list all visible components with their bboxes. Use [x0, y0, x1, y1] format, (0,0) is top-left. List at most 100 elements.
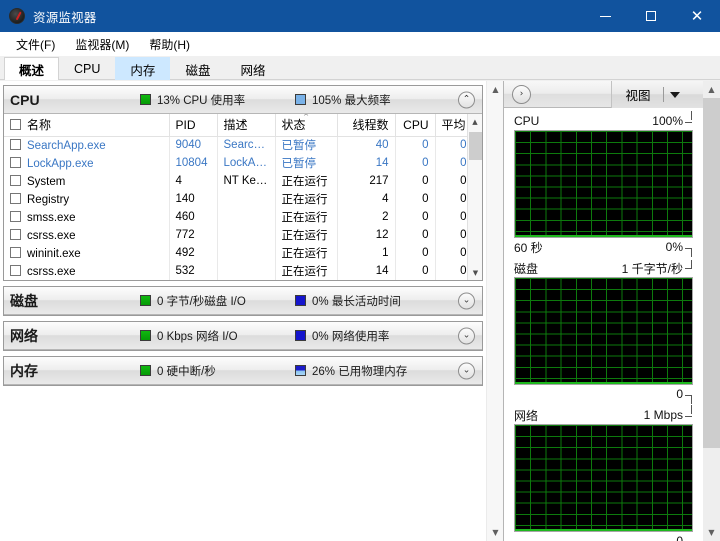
tab-cpu[interactable]: CPU	[59, 57, 115, 80]
cell-name-text: smss.exe	[27, 211, 76, 224]
row-checkbox[interactable]	[10, 174, 21, 186]
section-cpu-header[interactable]: CPU 13% CPU 使用率 105% 最大频率 ⌃	[4, 86, 482, 114]
row-checkbox[interactable]	[10, 156, 21, 168]
process-table-container: 名称 PID 描述 ^状态 线程数 CPU 平均 CPU	[4, 114, 482, 280]
graph-cpu-title: CPU	[514, 114, 540, 128]
cell-name: SearchApp.exe	[4, 136, 170, 154]
section-network-expand-toggle[interactable]: ⌄	[458, 327, 475, 344]
chevron-down-icon	[669, 91, 680, 98]
section-network-header[interactable]: 网络 0 Kbps 网络 I/O 0% 网络使用率 ⌄	[4, 322, 482, 350]
menu-item-monitor[interactable]: 监视器(M)	[65, 33, 139, 56]
section-disk-header[interactable]: 磁盘 0 字节/秒磁盘 I/O 0% 最长活动时间 ⌄	[4, 287, 482, 315]
menu-item-help[interactable]: 帮助(H)	[139, 33, 200, 56]
graph-pane-collapse-button[interactable]: ›	[512, 84, 531, 104]
title-bar[interactable]: 资源监视器 ✕	[0, 0, 720, 32]
select-all-checkbox[interactable]	[10, 119, 21, 131]
cell-cpu: 0	[395, 172, 436, 190]
row-checkbox[interactable]	[10, 192, 21, 204]
close-icon: ✕	[690, 6, 704, 25]
section-disk-title: 磁盘	[10, 292, 38, 309]
scroll-up-icon[interactable]: ▲	[468, 114, 482, 129]
cell-name: csrss.exe	[4, 226, 170, 244]
section-cpu-collapse-toggle[interactable]: ⌃	[458, 91, 475, 108]
column-header-name[interactable]: 名称	[4, 114, 170, 137]
table-row[interactable]: smss.exe 460 正在运行 2 0 0.00	[4, 208, 482, 226]
scroll-down-icon[interactable]: ▼	[703, 524, 720, 541]
cell-description: Search ...	[217, 136, 276, 154]
cell-status: 正在运行	[275, 244, 338, 262]
legend-swatch-lightblue-icon	[295, 94, 306, 105]
cell-name-text: csrss.exe	[27, 265, 76, 278]
scroll-down-icon[interactable]: ▼	[468, 265, 482, 280]
process-table-body: SearchApp.exe 9040 Search ... 已暂停 40 0 0…	[4, 136, 482, 280]
scrollbar-thumb[interactable]	[469, 132, 482, 160]
row-checkbox[interactable]	[10, 246, 21, 258]
cell-cpu: 0	[395, 226, 436, 244]
cell-threads: 14	[337, 262, 396, 280]
section-memory-metric-faults: 0 硬中断/秒	[140, 363, 295, 379]
graph-disk-top-labels: 磁盘 1 千字节/秒	[514, 259, 693, 277]
minimize-button[interactable]	[582, 0, 628, 32]
scroll-up-icon[interactable]: ▲	[487, 81, 504, 98]
tab-overview[interactable]: 概述	[4, 57, 60, 80]
graph-pane-scrollbar[interactable]: ▲ ▼	[703, 81, 720, 541]
window-title: 资源监视器	[33, 10, 97, 25]
tab-memory[interactable]: 内存	[115, 57, 171, 80]
legend-swatch-green-icon	[140, 365, 151, 376]
overview-pane-scrollbar[interactable]: ▲ ▼	[486, 81, 503, 541]
cell-threads: 12	[337, 226, 396, 244]
menu-item-file[interactable]: 文件(F)	[6, 33, 65, 56]
table-row[interactable]: SearchApp.exe 9040 Search ... 已暂停 40 0 0…	[4, 136, 482, 154]
process-table-scrollbar[interactable]: ▲ ▼	[467, 114, 482, 280]
tab-network[interactable]: 网络	[225, 57, 280, 80]
tab-disk[interactable]: 磁盘	[170, 57, 225, 80]
column-header-threads[interactable]: 线程数	[337, 114, 396, 137]
cell-pid: 532	[169, 262, 218, 280]
row-checkbox[interactable]	[10, 264, 21, 276]
section-disk-expand-toggle[interactable]: ⌄	[458, 292, 475, 309]
maximize-button[interactable]	[628, 0, 674, 32]
cell-threads: 40	[337, 136, 396, 154]
section-disk-metric-active-text: 0% 最长活动时间	[312, 295, 401, 308]
section-memory-expand-toggle[interactable]: ⌄	[458, 362, 475, 379]
table-row[interactable]: csrss.exe 532 正在运行 14 0 0.00	[4, 262, 482, 280]
column-header-cpu[interactable]: CPU	[395, 114, 436, 137]
cell-name-text: Registry	[27, 193, 70, 206]
menu-bar: 文件(F) 监视器(M) 帮助(H)	[0, 32, 720, 56]
scroll-up-icon[interactable]: ▲	[703, 81, 720, 98]
legend-swatch-blue-icon	[295, 330, 306, 341]
cell-cpu: 0	[395, 244, 436, 262]
section-memory-header[interactable]: 内存 0 硬中断/秒 26% 已用物理内存 ⌄	[4, 357, 482, 385]
legend-swatch-green-icon	[140, 295, 151, 306]
graph-disk-scale-min: 0	[676, 387, 693, 404]
cell-pid: 772	[169, 226, 218, 244]
cell-cpu: 0	[395, 190, 436, 208]
scroll-down-icon[interactable]: ▼	[487, 524, 504, 541]
row-checkbox[interactable]	[10, 228, 21, 240]
table-row[interactable]: wininit.exe 492 正在运行 1 0 0.00	[4, 244, 482, 262]
column-header-status-label: 状态	[281, 118, 306, 133]
cell-name-text: LockApp.exe	[27, 157, 94, 170]
graph-cpu-bottom-labels: 60 秒 0%	[514, 238, 693, 257]
row-checkbox[interactable]	[10, 138, 21, 150]
column-header-pid[interactable]: PID	[169, 114, 218, 137]
cell-status: 正在运行	[275, 226, 338, 244]
cell-cpu: 0	[395, 154, 436, 172]
cell-pid: 4	[169, 172, 218, 190]
table-row[interactable]: Registry 140 正在运行 4 0 0.00	[4, 190, 482, 208]
column-header-status[interactable]: ^ 状态	[275, 114, 338, 137]
cell-name-text: SearchApp.exe	[27, 139, 106, 152]
close-button[interactable]: ✕	[674, 0, 720, 32]
maximize-icon	[646, 11, 656, 21]
view-dropdown-button[interactable]: 视图	[611, 81, 703, 108]
table-row[interactable]: System 4 NT Ker... 正在运行 217 0 0.00	[4, 172, 482, 190]
table-row[interactable]: csrss.exe 772 正在运行 12 0 0.00	[4, 226, 482, 244]
section-network-metric-usage: 0% 网络使用率	[295, 328, 389, 344]
cell-name: wininit.exe	[4, 244, 170, 262]
column-header-description[interactable]: 描述	[217, 114, 276, 137]
row-checkbox[interactable]	[10, 210, 21, 222]
table-row[interactable]: LockApp.exe 10804 LockAp... 已暂停 14 0 0.0…	[4, 154, 482, 172]
graph-disk-plot	[514, 277, 693, 385]
graph-network-top-labels: 网络 1 Mbps	[514, 405, 693, 424]
scrollbar-thumb[interactable]	[703, 98, 720, 448]
